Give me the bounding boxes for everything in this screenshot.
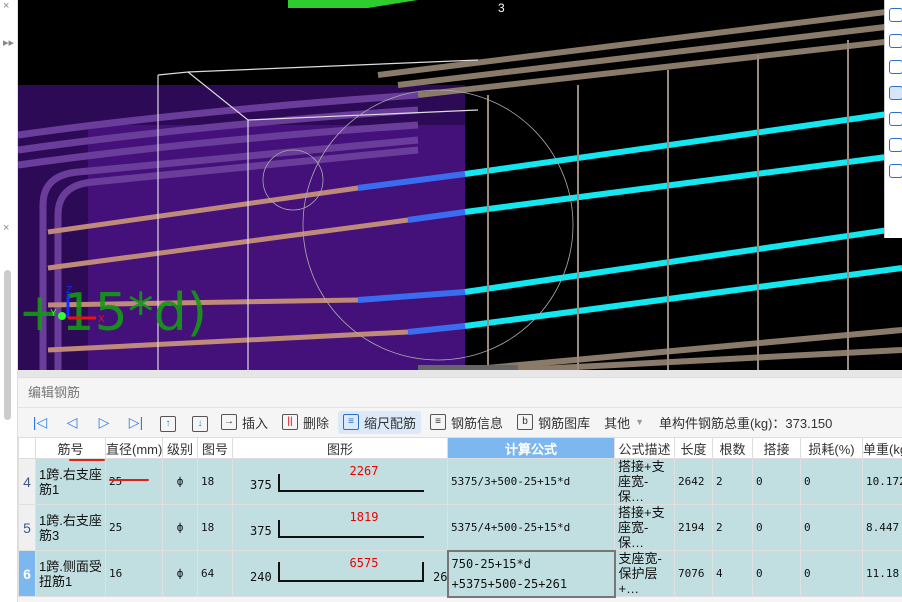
col-header[interactable]: 公式描述 [614, 437, 675, 459]
cell-formula-editing[interactable]: 750-25+15*d +5375+500-25+261 [68, 458, 616, 598]
table-row[interactable]: 5 1跨.右支座筋3 25 ф 18 375 1819 5375/4+500-25… [18, 504, 902, 551]
row-number[interactable]: 6 [18, 550, 36, 597]
col-header[interactable]: 单重(kg) [862, 437, 902, 459]
select-icon[interactable] [889, 112, 902, 126]
cell-shape[interactable]: 375 2267 [232, 458, 448, 505]
overlay-formula-text: +15*d) [18, 283, 207, 343]
cell-diameter[interactable]: 25 [105, 504, 163, 551]
cell-grade[interactable]: ф [162, 550, 198, 597]
scale-icon: ≡ [343, 414, 360, 430]
view-toolbar [884, 0, 902, 238]
2d-view-icon[interactable] [889, 34, 902, 48]
table-header: 筋号 直径(mm) 级别 图号 图形 计算公式 公式描述 长度 根数 搭接 损耗… [18, 437, 902, 459]
cell-name[interactable]: 1跨.侧面受扭筋1 [35, 550, 106, 597]
next-record-icon[interactable]: ▷ [88, 414, 120, 431]
col-header[interactable]: 直径(mm) [105, 437, 163, 459]
cell-grade[interactable]: ф [162, 458, 198, 505]
close-icon[interactable]: × [3, 0, 9, 12]
rotate-icon[interactable] [889, 8, 902, 22]
trash-icon: || [282, 414, 299, 430]
other-dropdown[interactable]: 其他 ▼ [599, 411, 649, 434]
cell-grade[interactable]: ф [162, 504, 198, 551]
cell-loss[interactable]: 0 [800, 504, 863, 551]
move-down-icon[interactable]: ↓ [184, 413, 216, 432]
col-header[interactable]: 筋号 [35, 437, 106, 459]
rebar-toolbar: |◁ ◁ ▷ ▷| ↑ ↓ → 插入 || 删除 ≡ 缩尺配筋 ≡ 钢筋信息 b 钢筋图库… [18, 408, 902, 436]
last-record-icon[interactable]: ▷| [120, 414, 152, 431]
table-row[interactable]: 4 1跨.右支座筋1 25 ф 18 375 2267 5375/3+500-25… [18, 458, 902, 505]
svg-text:Y: Y [50, 308, 57, 319]
view-box-icon[interactable] [889, 60, 902, 74]
rebar-info-button[interactable]: ≡ 钢筋信息 [425, 411, 508, 434]
cell-desc[interactable]: 支座宽-保护层+… [614, 550, 675, 597]
svg-text:X: X [98, 314, 105, 325]
cell-figure-no[interactable]: 18 [197, 458, 233, 505]
cell-name[interactable]: 1跨.右支座筋1 [35, 458, 106, 505]
info-list-icon: ≡ [430, 414, 447, 430]
scale-rebar-button[interactable]: ≡ 缩尺配筋 [338, 410, 422, 434]
edit-rebar-panel: 编辑钢筋 |◁ ◁ ▷ ▷| ↑ ↓ → 插入 || 删除 ≡ 缩尺配筋 ≡ 钢筋信息 … [18, 370, 902, 602]
cell-formula[interactable]: 5375/3+500-25+15*d [447, 458, 615, 505]
cell-weight[interactable]: 11.18 [862, 550, 902, 597]
first-record-icon[interactable]: |◁ [24, 414, 56, 431]
panel-title: 编辑钢筋 [18, 378, 902, 408]
cell-figure-no[interactable]: 18 [197, 504, 233, 551]
cell-loss[interactable]: 0 [800, 458, 863, 505]
col-header-formula[interactable]: 计算公式 [447, 437, 615, 459]
panel-resize-handle[interactable] [18, 370, 902, 378]
col-header[interactable]: 搭接 [752, 437, 801, 459]
cell-diameter[interactable]: 16 [105, 550, 163, 597]
left-panel: × ▸▸ × [0, 0, 18, 602]
cell-lap[interactable]: 0 [752, 504, 801, 551]
insert-icon: → [221, 414, 237, 430]
cell-length[interactable]: 7076 [674, 550, 713, 597]
cell-lap[interactable]: 0 [752, 550, 801, 597]
cell-desc[interactable]: 搭接+支座宽-保… [614, 458, 675, 505]
cell-length[interactable]: 2194 [674, 504, 713, 551]
view-box-filled-icon[interactable] [889, 86, 902, 100]
row-number[interactable]: 5 [18, 504, 36, 551]
cell-name[interactable]: 1跨.右支座筋3 [35, 504, 106, 551]
scrollbar[interactable] [4, 270, 11, 420]
cell-lap[interactable]: 0 [752, 458, 801, 505]
rebar-3d-scene: 3 +15*d) Z X Y [18, 0, 902, 370]
col-header[interactable]: 图号 [197, 437, 233, 459]
col-header[interactable]: 根数 [712, 437, 753, 459]
col-header[interactable]: 损耗(%) [800, 437, 863, 459]
col-header[interactable]: 图形 [232, 437, 448, 459]
svg-text:Z: Z [66, 285, 72, 296]
cube-icon[interactable] [889, 138, 902, 152]
library-icon: b [517, 414, 534, 430]
cell-figure-no[interactable]: 64 [197, 550, 233, 597]
delete-button[interactable]: || 删除 [277, 411, 334, 434]
cell-diameter[interactable]: 25 [105, 458, 163, 505]
cell-weight[interactable]: 10.172 [862, 458, 902, 505]
cell-shape[interactable]: 375 1819 [232, 504, 448, 551]
view-marker: 3 [498, 1, 505, 15]
cell-shape[interactable]: 2406575261 [232, 550, 448, 597]
row-number[interactable]: 4 [18, 458, 36, 505]
insert-button[interactable]: → 插入 [216, 411, 273, 434]
table-row-selected[interactable]: 6 1跨.侧面受扭筋1 16 ф 64 2406575261 750-25+15… [18, 458, 902, 598]
cell-desc[interactable]: 搭接+支座宽-保… [614, 504, 675, 551]
3d-viewport[interactable]: 3 +15*d) Z X Y [18, 0, 902, 370]
rebar-library-button[interactable]: b 钢筋图库 [512, 411, 595, 434]
cell-count[interactable]: 2 [712, 458, 753, 505]
cell-count[interactable]: 2 [712, 504, 753, 551]
cell-formula[interactable]: 5375/4+500-25+15*d [447, 504, 615, 551]
col-header[interactable]: 级别 [162, 437, 198, 459]
chevron-down-icon: ▼ [635, 417, 645, 427]
cell-count[interactable]: 4 [712, 550, 753, 597]
total-weight: 单构件钢筋总重(kg)：373.150 [659, 415, 833, 431]
move-up-icon[interactable]: ↑ [152, 413, 184, 432]
close-icon[interactable]: × [3, 222, 9, 234]
cell-loss[interactable]: 0 [800, 550, 863, 597]
rebar-table: 筋号 直径(mm) 级别 图号 图形 计算公式 公式描述 长度 根数 搭接 损耗… [18, 437, 902, 598]
list-icon[interactable] [889, 164, 902, 178]
cell-weight[interactable]: 8.447 [862, 504, 902, 551]
cell-length[interactable]: 2642 [674, 458, 713, 505]
expand-icon[interactable]: ▸▸ [3, 36, 14, 49]
prev-record-icon[interactable]: ◁ [56, 414, 88, 431]
col-header[interactable]: 长度 [674, 437, 713, 459]
